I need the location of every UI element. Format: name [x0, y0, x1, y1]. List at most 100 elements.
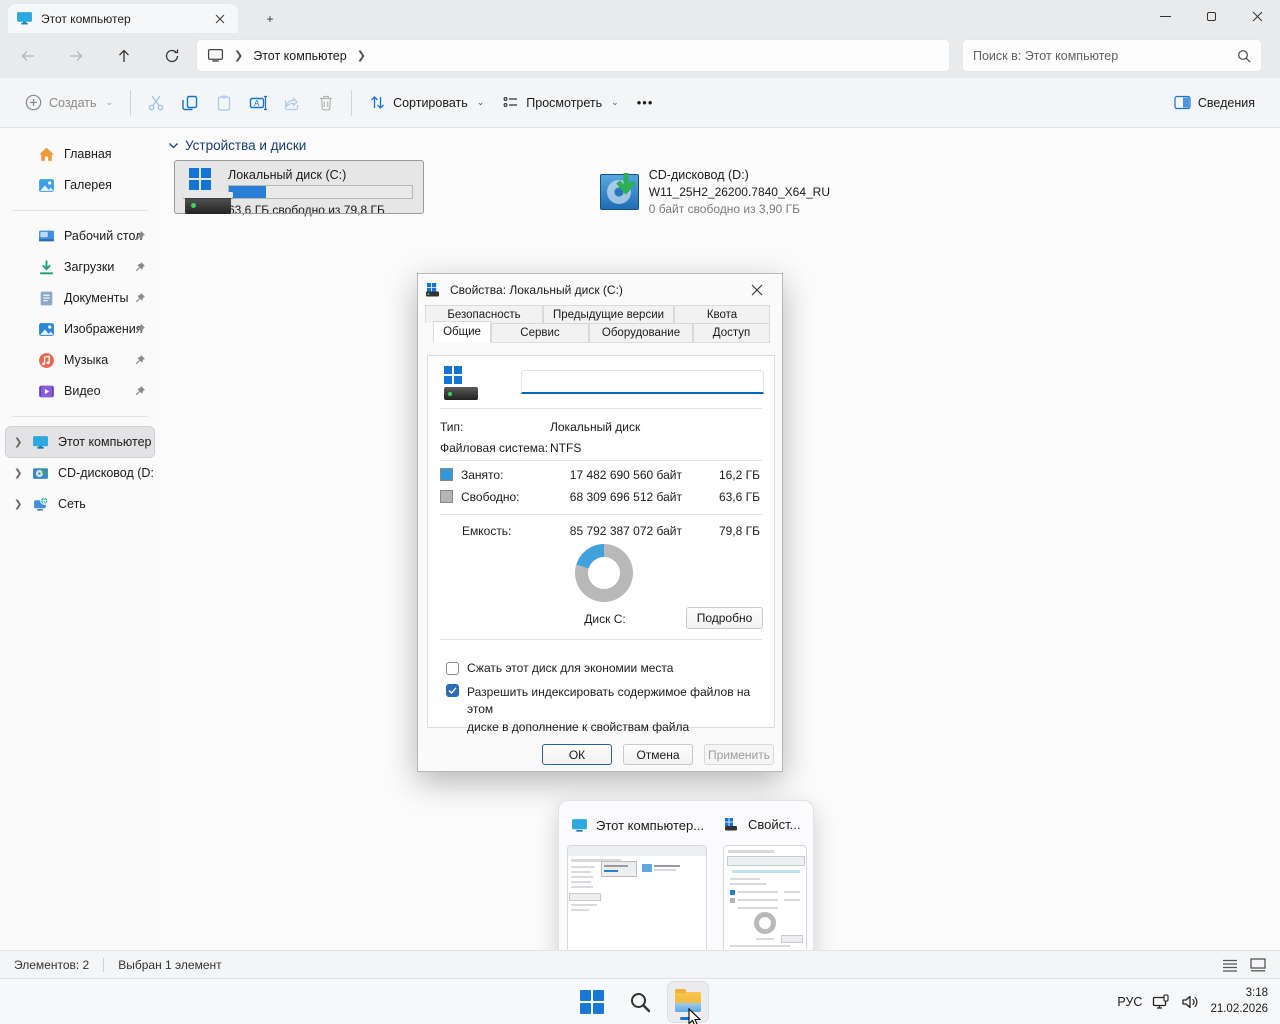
cancel-button[interactable]: Отмена: [623, 744, 693, 765]
monitor-icon: [571, 817, 588, 834]
list-view-icon[interactable]: [1222, 958, 1238, 972]
windows-logo-icon: [580, 990, 604, 1014]
compress-checkbox-row[interactable]: Сжать этот диск для экономии места: [446, 661, 673, 675]
pin-icon: [134, 230, 146, 242]
chevron-down-icon: ⌄: [106, 97, 114, 108]
search-box[interactable]: [962, 39, 1262, 72]
delete-button[interactable]: [309, 86, 343, 120]
tab-row-front: Общие Сервис Оборудование Доступ: [425, 323, 782, 343]
start-button[interactable]: [572, 982, 612, 1022]
copy-button[interactable]: [173, 86, 207, 120]
taskbar-search-button[interactable]: [620, 982, 660, 1022]
sidebar-item-desktop[interactable]: Рабочий стол: [6, 221, 154, 251]
command-bar: Создать ⌄ A Сортировать ⌄ Просмотреть ⌄ …: [0, 78, 1280, 128]
volume-icon[interactable]: [1181, 994, 1200, 1010]
tab-hardware[interactable]: Оборудование: [589, 323, 693, 343]
filesystem-row: Файловая система: NTFS: [440, 441, 762, 455]
tab-previous-versions[interactable]: Предыдущие версии: [543, 305, 674, 323]
back-button[interactable]: [12, 40, 44, 72]
forward-button[interactable]: [60, 40, 92, 72]
chevron-right-icon[interactable]: ❯: [357, 49, 366, 62]
taskbar-clock[interactable]: 3:18 21.02.2026: [1210, 986, 1268, 1017]
cd-drive-tile[interactable]: CD-дисковод (D:) W11_25H2_26200.7840_X64…: [590, 161, 840, 213]
details-pane-button[interactable]: Сведения: [1165, 86, 1264, 120]
explorer-tab[interactable]: Этот компьютер: [8, 4, 238, 33]
tab-tools[interactable]: Сервис: [491, 323, 589, 343]
cut-button[interactable]: [139, 86, 173, 120]
network-tray-icon[interactable]: [1152, 994, 1171, 1011]
new-button[interactable]: Создать ⌄: [16, 86, 122, 120]
view-icon: [502, 94, 519, 111]
sidebar-item-music[interactable]: Музыка: [6, 345, 154, 375]
new-button-label: Создать: [49, 96, 97, 110]
pictures-icon: [38, 321, 55, 338]
chevron-right-icon[interactable]: ❯: [14, 437, 22, 448]
tab-general[interactable]: Общие: [433, 321, 491, 343]
more-options-button[interactable]: •••: [628, 86, 663, 120]
chevron-right-icon[interactable]: ❯: [14, 499, 22, 510]
sidebar-item-downloads[interactable]: Загрузки: [6, 252, 154, 282]
svg-text:A: A: [254, 99, 260, 108]
sidebar-item-pictures[interactable]: Изображения: [6, 314, 154, 344]
group-header-devices[interactable]: Устройства и диски: [168, 138, 306, 153]
tab-sharing[interactable]: Доступ: [693, 323, 770, 343]
dialog-thumb-title-row: Свойст...: [725, 817, 805, 832]
plus-circle-icon: [25, 94, 42, 111]
view-button[interactable]: Просмотреть ⌄: [493, 86, 627, 120]
separator: [440, 514, 762, 515]
drive-free-space: 63,6 ГБ свободно из 79,8 ГБ: [228, 203, 413, 217]
explorer-thumbnail[interactable]: [567, 845, 707, 959]
sidebar-item-cd-drive[interactable]: ❯ CD-дисковод (D:) W11_25H2_26200.7840_X…: [6, 458, 154, 488]
dialog-thumbnail[interactable]: [723, 845, 807, 959]
sidebar-item-network[interactable]: ❯ Сеть: [6, 489, 154, 519]
new-tab-button[interactable]: +: [258, 8, 282, 30]
sidebar-item-label: Видео: [64, 384, 101, 398]
index-checkbox[interactable]: [446, 684, 459, 697]
sort-button[interactable]: Сортировать ⌄: [360, 86, 493, 120]
close-button[interactable]: [1234, 0, 1280, 33]
ok-button[interactable]: ОК: [542, 744, 612, 765]
share-button[interactable]: [275, 86, 309, 120]
drive-c-tile[interactable]: Локальный диск (C:) 63,6 ГБ свободно из …: [175, 161, 423, 213]
tab-quota[interactable]: Квота: [674, 305, 770, 323]
dialog-titlebar: Свойства: Локальный диск (C:): [418, 274, 782, 305]
compress-checkbox-label: Сжать этот диск для экономии места: [467, 661, 673, 675]
videos-icon: [38, 383, 55, 400]
sidebar-item-this-pc[interactable]: ❯ Этот компьютер: [6, 427, 154, 457]
minimize-button[interactable]: [1142, 0, 1188, 33]
type-row: Тип: Локальный диск: [440, 420, 762, 434]
breadcrumb[interactable]: ❯ Этот компьютер ❯: [196, 39, 950, 72]
rename-button[interactable]: A: [241, 86, 275, 120]
details-button[interactable]: Подробно: [686, 607, 763, 629]
chevron-right-icon: ❯: [234, 49, 243, 62]
refresh-button[interactable]: [156, 40, 188, 72]
language-indicator[interactable]: РУС: [1117, 995, 1142, 1009]
this-pc-icon: [207, 47, 224, 64]
drive-icon: [725, 818, 740, 831]
chevron-right-icon[interactable]: ❯: [14, 468, 22, 479]
pin-icon: [134, 292, 146, 304]
sidebar-item-gallery[interactable]: Галерея: [6, 170, 154, 200]
downloads-icon: [38, 259, 55, 276]
search-input[interactable]: [973, 49, 1237, 63]
large-icons-view-icon[interactable]: [1250, 958, 1266, 972]
maximize-button[interactable]: [1188, 0, 1234, 33]
tab-close-icon[interactable]: [210, 9, 230, 29]
sidebar-item-home[interactable]: Главная: [6, 139, 154, 169]
search-icon[interactable]: [1237, 49, 1251, 63]
drive-icon-large: [444, 366, 484, 400]
sidebar-item-videos[interactable]: Видео: [6, 376, 154, 406]
sidebar-item-label: Изображения: [64, 322, 143, 336]
apply-button[interactable]: Применить: [704, 744, 774, 765]
volume-label-input[interactable]: [521, 370, 764, 394]
view-button-label: Просмотреть: [526, 96, 602, 110]
sidebar-item-documents[interactable]: Документы: [6, 283, 154, 313]
drive-usage-bar: [228, 185, 413, 199]
dialog-close-button[interactable]: [740, 278, 774, 302]
chevron-down-icon[interactable]: [168, 140, 179, 151]
compress-checkbox[interactable]: [446, 662, 459, 675]
up-button[interactable]: [108, 40, 140, 72]
paste-button[interactable]: [207, 86, 241, 120]
breadcrumb-item[interactable]: Этот компьютер: [253, 49, 346, 63]
index-checkbox-row[interactable]: Разрешить индексировать содержимое файло…: [446, 684, 774, 736]
